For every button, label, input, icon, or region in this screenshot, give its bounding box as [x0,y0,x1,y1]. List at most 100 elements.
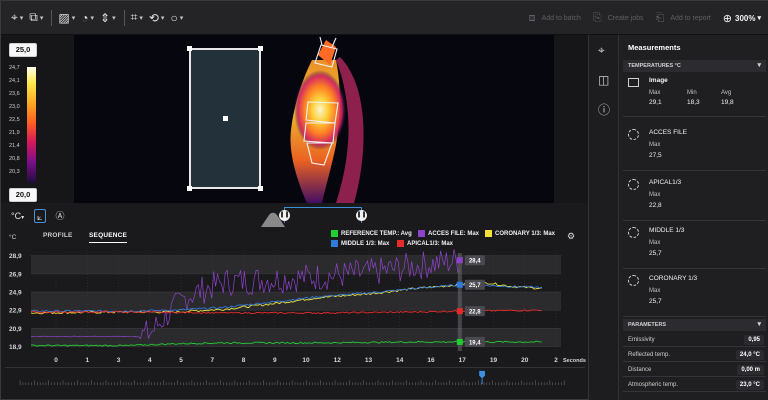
add-to-batch-button[interactable]: ⧈ Add to batch [529,12,581,25]
create-jobs-label: Create jobs [607,14,644,22]
scale-tick: 22,5 [9,117,20,123]
image-viewport[interactable]: 25,0 24,7 24,1 23,6 23,0 22,5 21,9 21,4 … [1,35,588,203]
chevron-down-icon: ▾ [90,14,94,22]
range-end-handle[interactable]: ❚❚ [356,210,367,221]
measurement-item[interactable]: MIDDLE 1/3 Max 25,7 [623,223,766,269]
toolbar-divider [123,9,125,26]
roi-handle[interactable] [258,186,263,191]
measurement-stat-label: Max [649,192,661,198]
roi-handle[interactable] [187,186,192,191]
create-jobs-button[interactable]: ⎘ Create jobs [593,12,644,25]
measurement-item[interactable]: CORONARY 1/3 Max 25,7 [623,271,766,317]
chevron-down-icon: ▾ [71,14,76,22]
zoom-icon: ⊕ [722,12,733,25]
measurements-panel-button[interactable]: ⌖ [598,43,605,58]
legend-item[interactable]: APICAL1/3: Max [397,240,453,247]
x-tick-label: 19 [490,357,498,364]
unit-toggle-button[interactable]: °C▾ [9,209,26,223]
thermal-image[interactable] [74,35,554,203]
legend-swatch [418,230,425,237]
copy-tool-button[interactable]: ⧉ ▾ [29,7,43,29]
parameter-value-input[interactable]: 0,00 m [737,365,764,375]
image-edit-tool-button[interactable]: ▨ ▾ [58,7,75,29]
measurement-item[interactable]: ACCES FILE Max 27,5 [623,125,766,171]
legend-label: APICAL1/3: Max [407,240,454,247]
circle-tool-button[interactable]: ○ ▾ [170,7,183,29]
sequence-chart[interactable]: 28,9 26,9 24,9 22,9 20,9 18,9 28,4 25,7 22,8 19,… [1,247,588,365]
tab-sequence[interactable]: SEQUENCE [89,232,128,243]
scale-tick: 20,3 [9,169,20,175]
y-tick-label: 22,9 [9,308,22,315]
temperatures-section-header[interactable]: TEMPERATURES °C ▾ [623,60,766,72]
parameters-header-label: PARAMETERS [628,322,667,328]
chevron-down-icon: ▾ [112,14,116,22]
scale-tick: 23,6 [9,91,20,97]
y-tick-label: 20,9 [9,326,22,333]
measurement-stat-label: Max [649,142,661,148]
parameter-emissivity: Emissivity 0,95 [623,333,766,347]
add-to-report-button[interactable]: ⎗ Add to report [656,12,711,25]
legend-item[interactable]: ACCES FILE: Max [418,230,479,237]
scale-tick: 24,7 [9,65,20,71]
playhead-marker-icon[interactable] [479,370,485,379]
scale-max-input[interactable]: 25,0 [9,43,37,57]
toolbar-divider [51,9,53,26]
cursor-value-label: 22,8 [469,309,481,315]
reference-roi-rectangle[interactable] [187,46,263,191]
parameter-label: Reflected temp. [628,352,671,358]
crosshair-tool-button[interactable]: ⌖ ▾ [11,7,23,29]
measurement-name: ACCES FILE [649,129,687,136]
crop-tool-button[interactable]: ⌗ ▾ [131,7,143,29]
chevron-down-icon: ▾ [39,14,44,22]
chart-settings-button[interactable]: ⚙ [567,231,575,242]
roi-center-handle[interactable] [223,116,228,121]
y-tick-label: 18,9 [9,344,22,351]
sequence-timeline[interactable] [5,367,585,389]
image-icon [628,78,639,87]
palette-tool-button[interactable]: ◔ ▾ [81,7,94,29]
y-axis-labels: 28,9 26,9 24,9 22,9 20,9 18,9 [9,253,22,351]
chevron-down-icon: ▾ [160,14,165,22]
image-measurement[interactable]: Image Max Min Avg 29,1 18,3 19,8 [623,73,766,117]
measurement-name: CORONARY 1/3 [649,275,698,282]
copy-icon: ⧉ [29,10,38,24]
legend-item[interactable]: REFERENCE TEMP.: Avg [331,230,412,237]
layers-panel-button[interactable]: ◫ [598,73,609,87]
scale-min-input[interactable]: 20,0 [9,188,37,202]
crosshair-icon: ⌖ [11,10,18,24]
x-tick-label: 7 [210,357,214,364]
x-tick-label: 16 [427,357,435,364]
measurement-stat-label: Max [649,240,661,246]
range-pointer-icon [261,212,285,227]
parameters-section-header[interactable]: PARAMETERS ▾ [623,319,766,331]
zoom-dropdown[interactable]: ⊕ 300% ▾ [723,12,761,25]
measurement-stat-label: Max [649,288,661,294]
parameter-atmospheric-temp: Atmospheric temp. 23,0 °C [623,378,766,392]
chevron-down-icon: ▾ [21,215,25,221]
scale-tick: 20,8 [9,156,20,162]
rotate-tool-button[interactable]: ⟲ ▾ [149,7,165,29]
chart-view-button[interactable]: ⟀ [34,209,46,223]
roi-handle[interactable] [258,46,263,51]
x-tick-label: 4 [148,357,152,364]
legend-swatch [331,230,338,237]
auto-scale-button[interactable]: Ⓐ [54,209,67,223]
auto-icon: Ⓐ [55,211,65,221]
zoom-value: 300% [735,13,756,23]
temperature-range-tool-button[interactable]: ⇕ ▾ [100,7,116,29]
parameter-value-input[interactable]: 0,95 [744,335,764,345]
legend-item[interactable]: CORONARY 1/3: Max [485,230,555,237]
parameter-value-input[interactable]: 23,0 °C [735,380,764,390]
cursor-line[interactable] [457,253,462,351]
tab-profile[interactable]: PROFILE [43,232,73,239]
sequence-range-slider[interactable]: ❚❚ ❚❚ [279,207,367,223]
measurement-item[interactable]: APICAL1/3 Max 22,8 [623,175,766,221]
measurement-name: MIDDLE 1/3 [649,227,685,234]
timeline-playhead[interactable] [479,370,485,385]
parameter-label: Emissivity [628,337,655,343]
info-panel-button[interactable]: ⓘ [598,101,610,118]
roi-handle[interactable] [187,46,192,51]
parameter-value-input[interactable]: 24,0 °C [735,350,764,360]
legend-item[interactable]: MIDDLE 1/3: Max [331,240,389,247]
add-to-batch-label: Add to batch [541,14,581,22]
